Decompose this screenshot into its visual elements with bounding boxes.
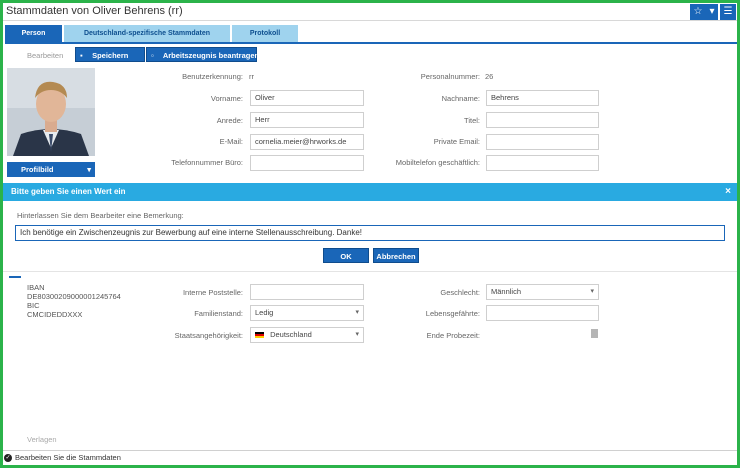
menu-icon: ☰ bbox=[723, 6, 733, 17]
tab-deutschland-stammdaten[interactable]: Deutschland-spezifische Stammdaten bbox=[64, 25, 230, 42]
gender-label: Geschlecht: bbox=[440, 288, 480, 297]
personnel-number-value: 26 bbox=[485, 72, 494, 81]
status-text: Bearbeiten Sie die Stammdaten bbox=[15, 453, 121, 462]
tab-bar: Person Deutschland-spezifische Stammdate… bbox=[5, 25, 737, 42]
tab-underline bbox=[5, 42, 737, 44]
close-icon[interactable]: × bbox=[725, 183, 731, 201]
username-value: rr bbox=[249, 72, 254, 81]
nationality-select[interactable]: Deutschland ▾ bbox=[250, 327, 364, 343]
star-icon: ☆ bbox=[693, 6, 703, 17]
dialog-title: Bitte geben Sie einen Wert ein bbox=[11, 187, 126, 196]
star-button[interactable]: ☆ bbox=[690, 4, 706, 20]
tab-protokoll[interactable]: Protokoll bbox=[232, 25, 298, 42]
section-marker bbox=[9, 276, 21, 278]
status-bar: ✓ Bearbeiten Sie die Stammdaten bbox=[3, 450, 737, 465]
marital-value: Ledig bbox=[255, 308, 274, 317]
phone-label: Telefonnummer Büro: bbox=[171, 158, 243, 167]
cancel-button[interactable]: Abbrechen bbox=[373, 248, 419, 263]
firstname-field[interactable]: Oliver bbox=[250, 90, 364, 106]
post-label: Interne Poststelle: bbox=[182, 288, 243, 297]
nationality-label: Staatsangehörigkeit: bbox=[174, 331, 243, 340]
post-field[interactable] bbox=[250, 284, 364, 300]
tab-person[interactable]: Person bbox=[5, 25, 62, 42]
favorites-dropdown[interactable]: ▾ bbox=[706, 4, 718, 20]
gender-select[interactable]: Männlich ▾ bbox=[486, 284, 599, 300]
document-icon: ▫ bbox=[151, 51, 154, 60]
check-circle-icon: ✓ bbox=[4, 454, 12, 462]
dialog-prompt: Hinterlassen Sie dem Bearbeiter eine Bem… bbox=[17, 211, 184, 220]
chevron-down-icon: ▾ bbox=[87, 165, 91, 174]
germany-flag-icon bbox=[255, 332, 264, 339]
bank-info: IBAN DE80300209000001245764 BIC CMCIDEDD… bbox=[27, 283, 121, 319]
window-title: Stammdaten von Oliver Behrens (rr) bbox=[6, 5, 183, 17]
profile-photo bbox=[7, 68, 95, 156]
partner-label: Lebensgefährte: bbox=[425, 309, 480, 318]
title-field[interactable] bbox=[486, 112, 599, 128]
save-label: Speichern bbox=[92, 51, 129, 60]
email-field[interactable]: cornelia.meier@hrworks.de bbox=[250, 134, 364, 150]
profile-photo-image bbox=[7, 68, 95, 156]
remark-input[interactable]: Ich benötige ein Zwischenzeugnis zur Bew… bbox=[15, 225, 725, 241]
partner-field[interactable] bbox=[486, 305, 599, 321]
dialog-divider bbox=[3, 271, 737, 272]
ok-button[interactable]: OK bbox=[323, 248, 369, 263]
dialog-header: Bitte geben Sie einen Wert ein × bbox=[3, 183, 737, 201]
save-icon: ▪ bbox=[80, 51, 83, 60]
menu-button[interactable]: ☰ bbox=[720, 4, 736, 20]
request-certificate-button[interactable]: ▫ Arbeitszeugnis beantragen bbox=[146, 47, 260, 62]
mobile-label: Mobiltelefon geschäftlich: bbox=[395, 158, 480, 167]
iban-label: IBAN bbox=[27, 283, 45, 292]
chevron-down-icon: ▾ bbox=[590, 288, 594, 295]
chevron-down-icon: ▾ bbox=[355, 309, 359, 316]
username-label: Benutzerkennung: bbox=[182, 72, 243, 81]
iban-value: DE80300209000001245764 bbox=[27, 292, 121, 301]
marital-select[interactable]: Ledig ▾ bbox=[250, 305, 364, 321]
private-email-label: Private Email: bbox=[433, 137, 480, 146]
history-link[interactable]: Verlagen bbox=[27, 435, 57, 444]
profile-picture-button[interactable]: Profilbild ▾ bbox=[7, 162, 95, 177]
probation-label: Ende Probezeit: bbox=[426, 331, 480, 340]
bic-label: BIC bbox=[27, 301, 40, 310]
main-window: Stammdaten von Oliver Behrens (rr) ☆ ▾ ☰… bbox=[3, 3, 737, 465]
phone-field[interactable] bbox=[250, 155, 364, 171]
salutation-field[interactable]: Herr bbox=[250, 112, 364, 128]
lastname-field[interactable]: Behrens bbox=[486, 90, 599, 106]
save-button[interactable]: ▪ Speichern bbox=[75, 47, 145, 62]
chevron-down-icon: ▾ bbox=[709, 6, 715, 17]
firstname-label: Vorname: bbox=[210, 94, 243, 103]
request-certificate-label: Arbeitszeugnis beantragen bbox=[162, 51, 260, 60]
lastname-label: Nachname: bbox=[441, 94, 480, 103]
marital-label: Familienstand: bbox=[194, 309, 243, 318]
mobile-field[interactable] bbox=[486, 155, 599, 171]
salutation-label: Anrede: bbox=[216, 116, 243, 125]
title-label: Titel: bbox=[464, 116, 480, 125]
trash-icon[interactable] bbox=[591, 329, 598, 338]
edit-link[interactable]: Bearbeiten bbox=[27, 51, 63, 60]
nationality-value: Deutschland bbox=[270, 330, 312, 339]
title-bar: Stammdaten von Oliver Behrens (rr) ☆ ▾ ☰ bbox=[3, 3, 737, 21]
chevron-down-icon: ▾ bbox=[355, 331, 359, 338]
profile-picture-label: Profilbild bbox=[21, 165, 54, 174]
bic-value: CMCIDEDDXXX bbox=[27, 310, 83, 319]
personnel-number-label: Personalnummer: bbox=[420, 72, 480, 81]
email-label: E-Mail: bbox=[219, 137, 243, 146]
private-email-field[interactable] bbox=[486, 134, 599, 150]
gender-value: Männlich bbox=[491, 287, 522, 296]
